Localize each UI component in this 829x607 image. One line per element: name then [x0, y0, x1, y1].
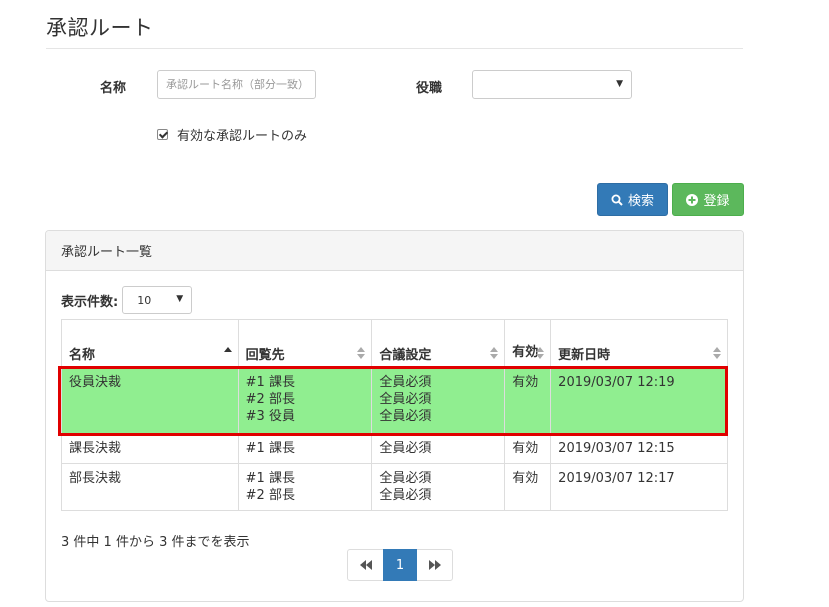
page-length-select[interactable]: 10 ▼ [122, 286, 193, 314]
column-header-consensus[interactable]: 合議設定 [371, 319, 506, 368]
cell-consensus: 全員必須 全員必須 全員必須 [371, 367, 506, 434]
column-header-targets[interactable]: 回覧先 [237, 319, 373, 368]
search-button-label: 検索 [627, 194, 654, 209]
page-button-current[interactable]: 1 [383, 549, 417, 581]
cell-active: 有効 [504, 367, 552, 434]
cell-active: 有効 [504, 463, 552, 511]
add-button-label: 登録 [703, 194, 730, 209]
table-info: 3 件中 1 件から 3 件までを表示 [61, 535, 250, 550]
cell-targets: #1 課長 [237, 433, 373, 464]
sort-icon [536, 347, 545, 359]
table-row[interactable]: 課長決裁 #1 課長 全員必須 有効 2019/03/07 12:15 [61, 433, 728, 464]
panel-heading: 承認ルート一覧 [46, 231, 743, 271]
double-left-icon [359, 560, 372, 570]
active-only-label: 有効な承認ルートのみ [177, 129, 308, 144]
cell-updated: 2019/03/07 12:15 [550, 433, 728, 464]
cell-targets: #1 課長 #2 部長 [237, 463, 373, 511]
caret-down-icon: ▼ [176, 294, 184, 304]
search-button[interactable]: 検索 [597, 183, 668, 216]
active-only-checkbox-row[interactable]: 有効な承認ルートのみ [157, 125, 307, 144]
pagination: 1 [347, 549, 453, 581]
page-title: 承認ルート [46, 16, 154, 40]
column-header-active[interactable]: 有効 [504, 319, 552, 368]
table-row[interactable]: 役員決裁 #1 課長 #2 部長 #3 役員 全員必須 全員必須 全員必須 有効 201… [61, 367, 728, 434]
search-icon [611, 194, 623, 206]
page-length-label: 表示件数: [61, 294, 119, 310]
sort-icon [490, 347, 499, 359]
next-page-button[interactable] [416, 549, 453, 581]
sort-icon [713, 347, 721, 359]
page-length-control: 表示件数: 10 ▼ [61, 286, 193, 314]
cell-targets: #1 課長 #2 部長 #3 役員 [237, 367, 373, 434]
cell-updated: 2019/03/07 12:19 [550, 367, 728, 434]
cell-updated: 2019/03/07 12:17 [550, 463, 728, 511]
name-label: 名称 [100, 81, 127, 96]
previous-page-button[interactable] [347, 549, 384, 581]
cell-active: 有効 [504, 433, 552, 464]
sort-icon [357, 347, 366, 359]
role-select[interactable]: ▼ [472, 70, 632, 99]
column-header-updated[interactable]: 更新日時 [550, 319, 728, 368]
route-table: 名称 回覧先 合議設定 有効 更新日時 役員決裁 #1 課長 #2 部長 #3 役員… [61, 319, 728, 511]
cell-name: 部長決裁 [61, 463, 239, 511]
cell-name: 役員決裁 [61, 367, 239, 434]
column-header-name[interactable]: 名称 [61, 319, 239, 368]
table-row[interactable]: 部長決裁 #1 課長 #2 部長 全員必須 全員必須 有効 2019/03/07 1… [61, 463, 728, 511]
page-length-value: 10 [137, 293, 152, 307]
name-input[interactable] [157, 70, 316, 99]
role-label: 役職 [416, 81, 443, 96]
cell-name: 課長決裁 [61, 433, 239, 464]
plus-circle-icon [686, 193, 699, 206]
cell-consensus: 全員必須 [371, 433, 506, 464]
double-right-icon [428, 560, 441, 570]
title-divider [46, 48, 743, 49]
active-only-checkbox[interactable] [157, 129, 168, 140]
route-list-panel: 承認ルート一覧 表示件数: 10 ▼ 名称 回覧先 合議設定 有効 更新日時 役… [45, 230, 744, 602]
sort-asc-icon [223, 347, 232, 359]
caret-down-icon: ▼ [616, 79, 623, 89]
cell-consensus: 全員必須 全員必須 [371, 463, 506, 511]
add-button[interactable]: 登録 [672, 183, 744, 216]
